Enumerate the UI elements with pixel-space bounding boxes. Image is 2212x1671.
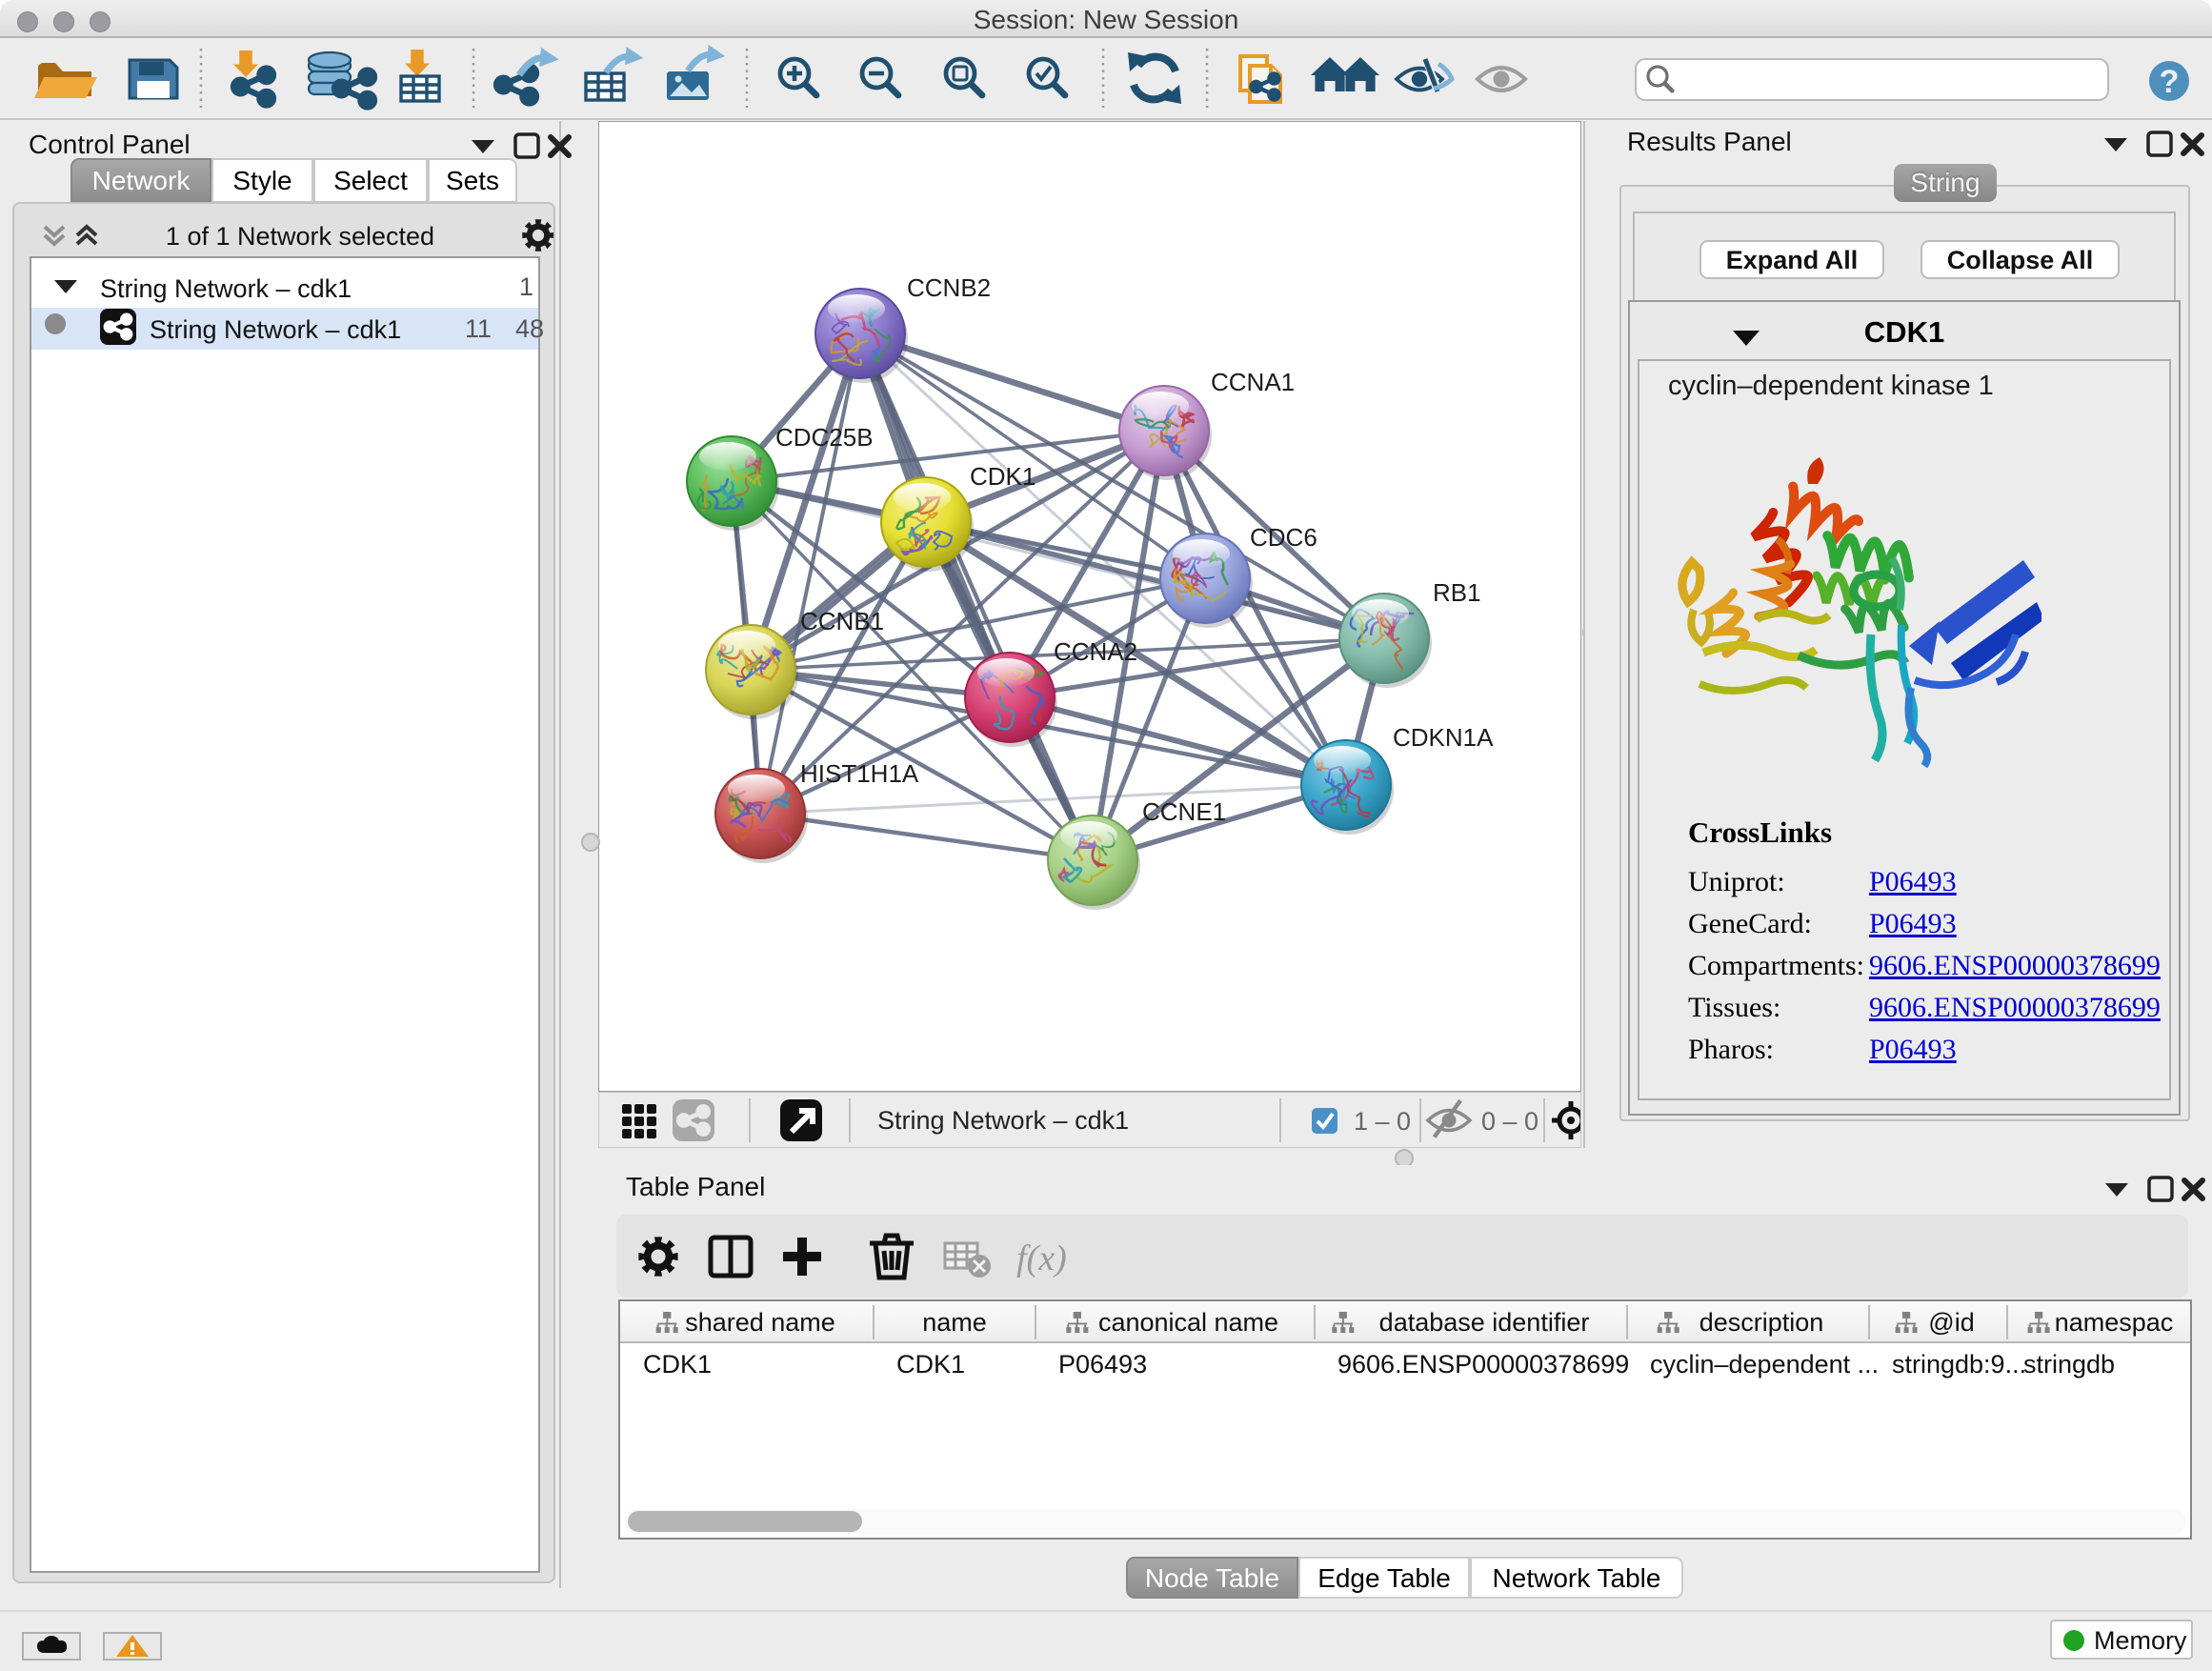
svg-text:CDC25B: CDC25B — [775, 423, 874, 452]
svg-text:1 – 0: 1 – 0 — [1354, 1107, 1411, 1136]
svg-text:?: ? — [2160, 64, 2180, 100]
svg-text:CDK1: CDK1 — [970, 462, 1036, 491]
svg-text:1 of 1 Network selected: 1 of 1 Network selected — [166, 222, 434, 251]
svg-text:String Network – cdk1: String Network – cdk1 — [877, 1106, 1129, 1135]
svg-text:0 – 0: 0 – 0 — [1481, 1107, 1538, 1136]
svg-text:f(x): f(x) — [1016, 1238, 1067, 1278]
svg-text:CDKN1A: CDKN1A — [1393, 723, 1494, 752]
svg-text:description: description — [1699, 1308, 1824, 1337]
svg-text:RB1: RB1 — [1433, 578, 1481, 607]
svg-text:CCNE1: CCNE1 — [1142, 797, 1226, 826]
svg-text:CCNB1: CCNB1 — [800, 607, 884, 635]
svg-text:CCNA2: CCNA2 — [1054, 637, 1137, 666]
svg-text:HIST1H1A: HIST1H1A — [800, 759, 919, 788]
svg-text:namespac: namespac — [2055, 1308, 2174, 1337]
svg-text:name: name — [922, 1308, 987, 1337]
svg-text:CDC6: CDC6 — [1250, 523, 1317, 552]
svg-text:canonical name: canonical name — [1098, 1308, 1278, 1337]
svg-text:CCNA1: CCNA1 — [1211, 368, 1295, 396]
svg-text:database identifier: database identifier — [1379, 1308, 1590, 1337]
svg-text:shared name: shared name — [685, 1308, 835, 1337]
svg-text:@id: @id — [1928, 1308, 1974, 1337]
svg-text:CCNB2: CCNB2 — [907, 273, 991, 302]
